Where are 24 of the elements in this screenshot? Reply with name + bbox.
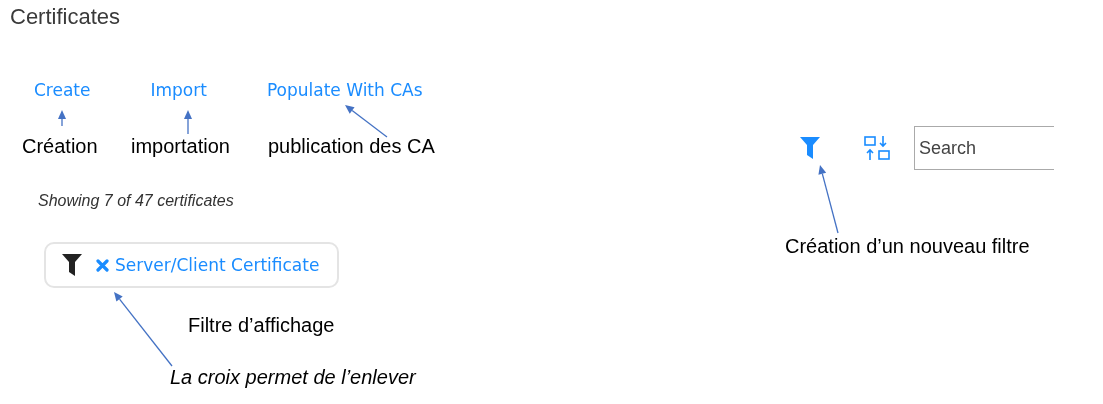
results-summary: Showing 7 of 47 certificates (38, 192, 235, 210)
annotation-text: publication des CA (268, 135, 435, 158)
annotation-text: Création d’un nouveau filtre (785, 235, 1030, 258)
annotation-text: Création (22, 135, 98, 158)
annotation-text: importation (131, 135, 230, 158)
annotation-arrow (58, 110, 66, 127)
annotation-arrow (184, 110, 192, 135)
filter-label: Server/Client Certificate (115, 255, 320, 275)
annotation-text: Filtre d’affichage (188, 314, 335, 337)
remove-filter-button[interactable] (96, 258, 109, 272)
annotation-arrow (345, 105, 388, 138)
filter-button[interactable] (800, 137, 820, 159)
filter-icon (62, 254, 82, 276)
filter-icon (800, 137, 820, 159)
page-title: Certificates (10, 4, 122, 30)
close-icon (96, 258, 109, 272)
action-link[interactable]: Populate With CAs (266, 80, 423, 100)
action-link[interactable]: Import (150, 80, 207, 100)
action-link[interactable]: Create (34, 80, 91, 100)
annotation-arrow (818, 165, 839, 234)
sort-button[interactable] (864, 135, 890, 161)
search-field[interactable]: Search (914, 126, 1054, 170)
sort-icon (864, 135, 890, 161)
annotation-text: La croix permet de l’enlever (170, 366, 416, 389)
